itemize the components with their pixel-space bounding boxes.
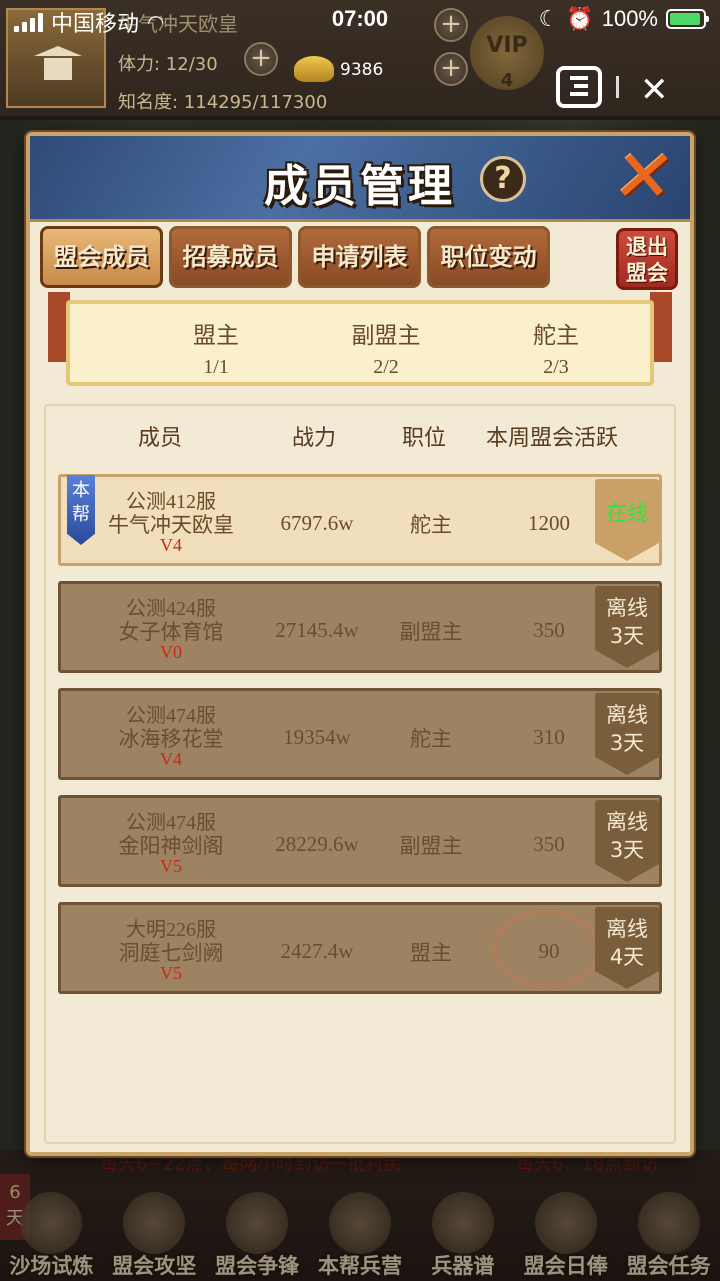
member-power: 27145.4w (275, 618, 359, 642)
stamina-label: 体力: 12/30 (118, 54, 218, 75)
member-position: 副盟主 (399, 834, 463, 858)
header-member: 成员 (138, 426, 183, 451)
member-status: 在线 (595, 479, 659, 561)
member-status: 离线 3天 (595, 693, 659, 775)
alarm-icon: ⏰ (566, 6, 594, 31)
member-activity: 310 (533, 725, 565, 749)
member-activity: 90 (538, 939, 560, 963)
member-power: 19354w (283, 725, 351, 749)
table-row[interactable]: 公测474服 冰海移花堂 V4 19354w 舵主 310 离线 3天 (58, 688, 662, 780)
position-summary: 盟主 1/1 副盟主 2/2 舵主 2/3 (66, 300, 654, 386)
summary-vice-leader: 副盟主 2/2 (326, 316, 446, 379)
summary-leader: 盟主 1/1 (156, 316, 276, 379)
summary-count: 2/2 (373, 356, 399, 378)
header-activity: 本周盟会活跃 (486, 426, 619, 451)
member-position: 副盟主 (399, 620, 463, 644)
gold-ingot-icon (294, 56, 334, 82)
table-row[interactable]: 大明226服 洞庭七剑阙 V5 2427.4w 盟主 90 离线 4天 (58, 902, 662, 994)
member-power: 2427.4w (280, 939, 354, 963)
dialog-header: 成员管理 ? ✕ (30, 134, 690, 222)
gold-amount: 9386 (340, 60, 384, 80)
status-line-1: 离线 (606, 917, 648, 941)
mini-program-close-button[interactable]: ✕ (640, 70, 669, 110)
status-line-1: 离线 (606, 703, 648, 727)
member-power: 28229.6w (275, 832, 359, 856)
member-status: 离线 3天 (595, 586, 659, 668)
battery-percent: 100% (601, 6, 658, 31)
status-line-1: 离线 (606, 596, 648, 620)
member-activity: 350 (533, 832, 565, 856)
tab-recruit[interactable]: 招募成员 (169, 226, 292, 288)
pagoda-icon (38, 46, 78, 82)
member-activity: 350 (533, 618, 565, 642)
summary-count: 1/1 (203, 356, 229, 378)
close-icon[interactable]: ✕ (603, 134, 685, 218)
battery-icon (666, 9, 709, 29)
exit-label-1: 退出 (626, 235, 668, 259)
status-line-2: 4天 (609, 945, 645, 969)
member-power: 6797.6w (280, 511, 354, 535)
table-row[interactable]: 本 帮 公测412服 牛气冲天欧皇 V4 6797.6w 舵主 1200 在线 (58, 474, 662, 566)
mini-program-menu-button[interactable] (556, 66, 602, 108)
add-stamina-button[interactable]: + (244, 42, 278, 76)
dialog-title: 成员管理 (264, 161, 456, 212)
divider (616, 76, 619, 98)
member-vip: V5 (160, 963, 182, 983)
exit-guild-button[interactable]: 退出 盟会 (616, 228, 678, 290)
member-vip: V0 (160, 642, 182, 662)
member-vip: V5 (160, 856, 182, 876)
moon-icon: ☾ (538, 6, 559, 31)
help-icon[interactable]: ? (480, 156, 526, 202)
status-line-2: 3天 (609, 838, 645, 862)
member-vip: V4 (160, 749, 182, 769)
member-activity: 1200 (528, 511, 570, 535)
member-status: 离线 3天 (595, 800, 659, 882)
status-line-1: 在线 (606, 501, 648, 525)
header-position: 职位 (402, 426, 447, 451)
summary-helmsman: 舵主 2/3 (496, 316, 616, 379)
member-status: 离线 4天 (595, 907, 659, 989)
status-line-2: 3天 (609, 624, 645, 648)
table-row[interactable]: 公测474服 金阳神剑阁 V5 28229.6w 副盟主 350 离线 3天 (58, 795, 662, 887)
summary-role: 盟主 (193, 323, 239, 349)
tab-bar: 盟会成员 招募成员 申请列表 职位变动 (40, 226, 550, 292)
table-row[interactable]: 公测424服 女子体育馆 V0 27145.4w 副盟主 350 离线 3天 (58, 581, 662, 673)
table-header: 成员 战力 职位 本周盟会活跃 (46, 406, 678, 466)
tab-members[interactable]: 盟会成员 (40, 226, 163, 288)
status-line-2: 3天 (609, 731, 645, 755)
vip-level: 4 (500, 70, 514, 91)
member-management-dialog: 成员管理 ? ✕ 盟会成员 招募成员 申请列表 职位变动 退出 盟会 盟主 1/… (26, 132, 694, 1156)
add-gold-button[interactable]: + (434, 52, 468, 86)
summary-role: 副盟主 (351, 323, 421, 349)
header-power: 战力 (292, 426, 337, 451)
summary-role: 舵主 (533, 323, 579, 349)
fame-label: 知名度: 114295/117300 (118, 92, 328, 113)
member-position: 舵主 (410, 513, 452, 537)
status-line-1: 离线 (606, 810, 648, 834)
exit-label-2: 盟会 (626, 261, 668, 285)
status-bar: 中国移动 ◠ 07:00 ☾ ⏰ 100% (0, 0, 720, 40)
tab-position-changes[interactable]: 职位变动 (427, 226, 550, 288)
member-position: 盟主 (410, 941, 452, 965)
member-position: 舵主 (410, 727, 452, 751)
member-vip: V4 (160, 535, 182, 555)
summary-count: 2/3 (543, 356, 569, 378)
tab-applications[interactable]: 申请列表 (298, 226, 421, 288)
